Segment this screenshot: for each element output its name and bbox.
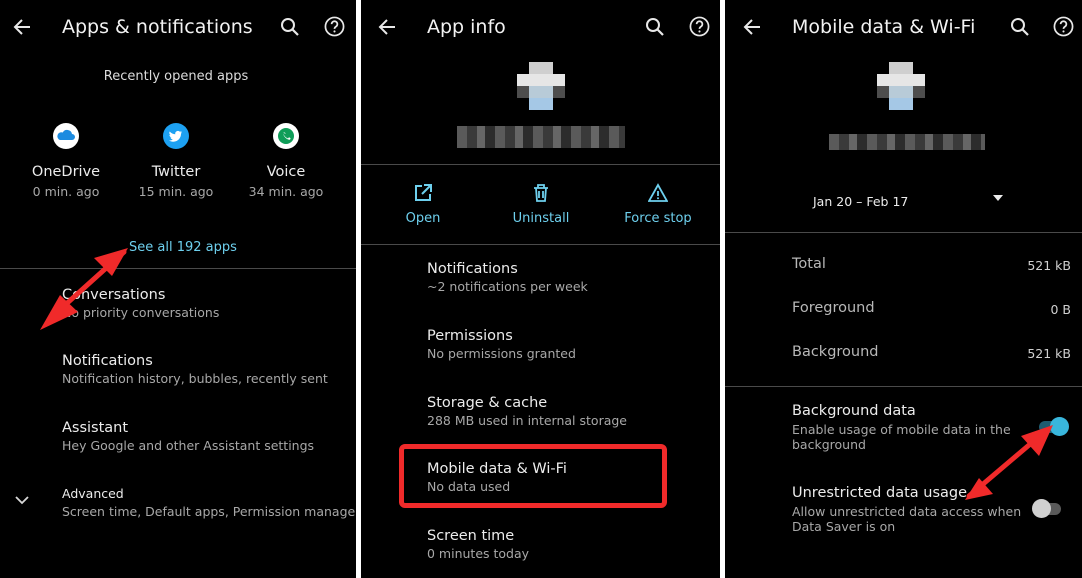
list-item-storage-cache[interactable]: Storage & cache 288 MB used in internal … xyxy=(427,395,627,428)
item-subtitle: 0 minutes today xyxy=(427,546,530,561)
item-title: Mobile data & Wi-Fi xyxy=(427,461,567,477)
search-icon[interactable] xyxy=(645,17,665,37)
item-title: Storage & cache xyxy=(427,395,548,411)
annotation-arrow xyxy=(40,248,128,330)
divider xyxy=(361,244,720,245)
list-item-screen-time[interactable]: Screen time 0 minutes today xyxy=(427,528,529,561)
item-title: Permissions xyxy=(427,328,513,344)
mobile-data-wifi-screen: Mobile data & Wi-Fi Jan 20 – Feb 17 Tota… xyxy=(725,0,1082,578)
open-button[interactable]: Open xyxy=(373,183,473,226)
help-icon[interactable] xyxy=(689,16,710,37)
app-name-pixelated xyxy=(457,126,625,148)
item-subtitle: No permissions granted xyxy=(427,346,576,361)
open-external-icon xyxy=(413,183,433,203)
trash-icon xyxy=(532,183,550,203)
warning-icon xyxy=(648,183,668,203)
uninstall-button[interactable]: Uninstall xyxy=(491,183,591,226)
item-subtitle: ~2 notifications per week xyxy=(427,279,588,294)
action-label: Uninstall xyxy=(512,211,570,226)
annotation-arrow xyxy=(965,425,1053,500)
divider xyxy=(361,164,720,165)
force-stop-button[interactable]: Force stop xyxy=(608,183,708,226)
app-icon-pixelated xyxy=(517,62,565,110)
item-title: Notifications xyxy=(427,261,518,277)
page-title: App info xyxy=(427,16,506,38)
item-subtitle: No data used xyxy=(427,479,511,494)
action-label: Open xyxy=(405,211,441,226)
action-label: Force stop xyxy=(624,211,692,226)
app-info-screen: App info Open Uninstall Force stop Notif… xyxy=(361,0,720,578)
list-item-mobile-data-wifi[interactable]: Mobile data & Wi-Fi No data used xyxy=(427,461,567,494)
list-item-permissions[interactable]: Permissions No permissions granted xyxy=(427,328,576,361)
list-item-notifications[interactable]: Notifications ~2 notifications per week xyxy=(427,261,588,294)
item-subtitle: 288 MB used in internal storage xyxy=(427,413,627,428)
back-arrow-icon[interactable] xyxy=(377,17,397,37)
apps-notifications-screen: Apps & notifications Recently opened app… xyxy=(0,0,356,578)
item-title: Screen time xyxy=(427,528,515,544)
